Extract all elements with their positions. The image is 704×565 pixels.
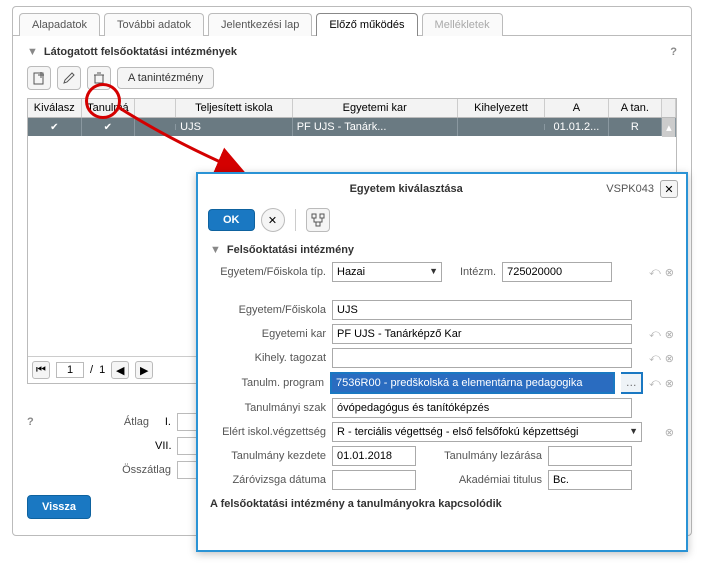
kih-label: Kihely. tagozat: [210, 352, 326, 364]
roman-1: I.: [155, 416, 171, 428]
pager-sep: /: [90, 364, 93, 376]
scroll-up-icon[interactable]: ▴: [662, 118, 676, 137]
dialog-note: A felsőoktatási intézmény a tanulmányokr…: [210, 498, 674, 510]
cell-r: R: [609, 118, 663, 136]
link-icon[interactable]: ⤺: [649, 328, 661, 341]
zaro-input[interactable]: [332, 470, 416, 490]
delete-icon[interactable]: [87, 66, 111, 90]
cancel-icon[interactable]: ✕: [261, 208, 285, 232]
pager-total: 1: [99, 364, 105, 376]
start-input[interactable]: [332, 446, 416, 466]
univ-label: Egyetem/Főiskola: [210, 304, 326, 316]
pager-current[interactable]: [56, 362, 84, 378]
inst-label: Intézm.: [460, 266, 496, 278]
pager-prev-icon[interactable]: ◀: [111, 361, 129, 379]
reset-icon[interactable]: ⊗: [665, 377, 674, 390]
prog-input[interactable]: [330, 372, 615, 394]
collapse-icon[interactable]: ▼: [210, 244, 221, 256]
ellipsis-icon[interactable]: …: [621, 372, 643, 394]
check-icon: [104, 121, 112, 133]
end-label: Tanulmány lezárása: [430, 450, 542, 462]
help-small-icon[interactable]: ?: [27, 416, 34, 428]
col-atan[interactable]: A tan.: [609, 99, 663, 117]
col-faculty[interactable]: Egyetemi kar: [293, 99, 458, 117]
col-kihely[interactable]: Kihelyezett: [458, 99, 546, 117]
inst-input[interactable]: [502, 262, 612, 282]
pager-next-icon[interactable]: ▶: [135, 361, 153, 379]
akad-label: Akadémiai titulus: [430, 474, 542, 486]
dialog-code: VSPK043: [606, 183, 654, 195]
table-row[interactable]: UJS PF UJS - Tanárk... 01.01.2... R ▴: [28, 118, 676, 136]
close-icon[interactable]: ✕: [660, 180, 678, 198]
tab-basics[interactable]: Alapadatok: [19, 13, 100, 36]
reset-icon[interactable]: ⊗: [665, 328, 674, 341]
institute-button[interactable]: A tanintézmény: [117, 67, 214, 89]
tab-further[interactable]: További adatok: [104, 13, 204, 36]
check-icon: [50, 121, 58, 133]
add-icon[interactable]: [27, 66, 51, 90]
reset-icon[interactable]: ⊗: [665, 352, 674, 365]
select-university-dialog: Egyetem kiválasztása VSPK043 ✕ OK ✕ ▼ Fe…: [196, 172, 688, 552]
cell-faculty: PF UJS - Tanárk...: [293, 118, 458, 136]
tab-application[interactable]: Jelentkezési lap: [208, 13, 312, 36]
tree-icon[interactable]: [306, 208, 330, 232]
col-study[interactable]: Tanulmá: [82, 99, 136, 117]
col-school[interactable]: Teljesített iskola: [176, 99, 293, 117]
avg-label: Átlag: [124, 416, 149, 428]
type-select[interactable]: [332, 262, 442, 282]
dialog-section-title: Felsőoktatási intézmény: [227, 244, 354, 256]
link-icon[interactable]: ⤺: [649, 377, 661, 390]
pager-home-icon[interactable]: ⏮: [32, 361, 50, 379]
reset-icon[interactable]: ⊗: [665, 426, 674, 439]
section-title: Látogatott felsőoktatási intézmények: [44, 46, 237, 58]
scroll-head: [662, 99, 676, 117]
back-button[interactable]: Vissza: [27, 495, 91, 519]
kih-input[interactable]: [332, 348, 632, 368]
cell-school: UJS: [176, 118, 293, 136]
elert-label: Elért iskol.végzettség: [210, 426, 326, 438]
fac-input[interactable]: [332, 324, 632, 344]
zaro-label: Záróvizsga dátuma: [210, 474, 326, 486]
col-blank[interactable]: [135, 99, 176, 117]
tab-previous[interactable]: Előző működés: [316, 13, 417, 36]
help-icon[interactable]: ?: [670, 46, 677, 58]
col-select[interactable]: Kiválasz: [28, 99, 82, 117]
prog-label: Tanulm. program: [210, 377, 324, 389]
col-a[interactable]: A: [545, 99, 608, 117]
end-input[interactable]: [548, 446, 632, 466]
tabs-bar: Alapadatok További adatok Jelentkezési l…: [13, 7, 691, 36]
cell-date: 01.01.2...: [545, 118, 608, 136]
overall-label: Összátlag: [122, 464, 171, 476]
akad-input[interactable]: [548, 470, 632, 490]
univ-input[interactable]: [332, 300, 632, 320]
reset-icon[interactable]: ⊗: [665, 266, 674, 279]
roman-7: VII.: [155, 440, 171, 452]
szak-input[interactable]: [332, 398, 632, 418]
szak-label: Tanulmányi szak: [210, 402, 326, 414]
fac-label: Egyetemi kar: [210, 328, 326, 340]
link-icon[interactable]: ⤺: [649, 266, 661, 279]
collapse-icon[interactable]: ▼: [27, 46, 38, 58]
type-label: Egyetem/Főiskola típ.: [210, 266, 326, 278]
start-label: Tanulmány kezdete: [210, 450, 326, 462]
dialog-title: Egyetem kiválasztása: [206, 183, 606, 195]
ok-button[interactable]: OK: [208, 209, 255, 231]
elert-select[interactable]: [332, 422, 642, 442]
link-icon[interactable]: ⤺: [649, 352, 661, 365]
tab-attachments[interactable]: Mellékletek: [422, 13, 503, 36]
edit-icon[interactable]: [57, 66, 81, 90]
